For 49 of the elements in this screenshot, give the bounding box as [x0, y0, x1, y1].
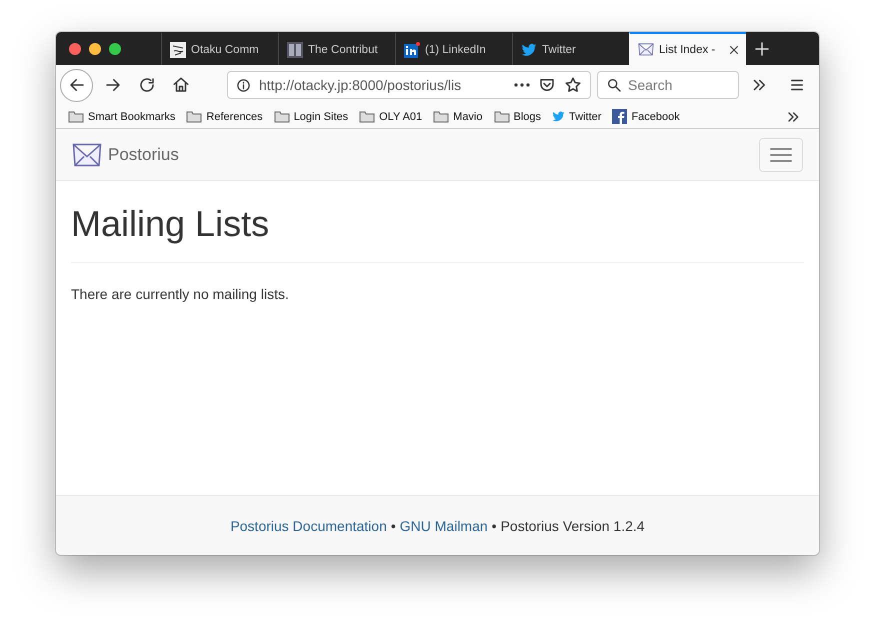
- folder-icon: [359, 110, 376, 123]
- separator: •: [390, 518, 396, 534]
- footer-link[interactable]: GNU Mailman: [400, 518, 488, 534]
- bird-icon: [552, 110, 566, 123]
- envelope-icon: [638, 43, 654, 56]
- linkedin-icon: [404, 42, 420, 58]
- window-control-button[interactable]: [69, 42, 81, 54]
- star-icon: [564, 76, 582, 94]
- brand-link[interactable]: Postorius: [72, 142, 179, 166]
- page-heading: Mailing Lists: [71, 203, 804, 263]
- address-bar[interactable]: http://otacky.jp:8000/postorius/lis: [227, 71, 591, 99]
- plus-icon: [753, 40, 771, 58]
- home-icon: [172, 76, 190, 94]
- info-icon: [236, 78, 251, 92]
- window-control-button[interactable]: [109, 42, 121, 54]
- bookmark[interactable]: OLY A01: [359, 110, 422, 123]
- footer-link[interactable]: Postorius Documentation: [230, 518, 387, 534]
- columns-icon: [287, 42, 303, 58]
- window-control-button[interactable]: [89, 42, 101, 54]
- reload-icon: [138, 76, 156, 94]
- browser-tab[interactable]: List Index -: [629, 32, 746, 65]
- bookmark[interactable]: Login Sites: [274, 110, 348, 123]
- facebook-icon: [612, 109, 628, 124]
- more-icon: [514, 83, 530, 87]
- folder-icon: [186, 110, 202, 123]
- bookmark[interactable]: Mavio: [433, 110, 482, 123]
- bookmark[interactable]: Blogs: [494, 110, 542, 123]
- search-icon: [606, 77, 622, 93]
- arrow-right-icon: [104, 76, 122, 94]
- menu-toggle-button[interactable]: [759, 138, 803, 172]
- bookmark[interactable]: References: [186, 110, 263, 123]
- empty-message: There are currently no mailing lists.: [71, 286, 290, 302]
- version-text: Postorius Version 1.2.4: [500, 518, 645, 534]
- folder-icon: [274, 110, 290, 123]
- envelope-icon: [72, 142, 102, 166]
- arrow-left-icon: [68, 76, 86, 94]
- folder-icon: [494, 110, 510, 123]
- back-button[interactable]: [60, 68, 93, 102]
- pocket-icon: [538, 76, 556, 94]
- folder-icon: [68, 110, 84, 123]
- separator: •: [492, 518, 497, 534]
- close-icon: [728, 44, 740, 56]
- search-field[interactable]: Search: [597, 71, 739, 99]
- bookmark[interactable]: Smart Bookmarks: [68, 110, 176, 123]
- bookmark[interactable]: Facebook: [612, 109, 680, 124]
- bird-icon: [521, 42, 537, 58]
- folder-icon: [433, 110, 450, 123]
- bookmark[interactable]: Twitter: [552, 110, 602, 123]
- sketch-icon: [170, 42, 186, 58]
